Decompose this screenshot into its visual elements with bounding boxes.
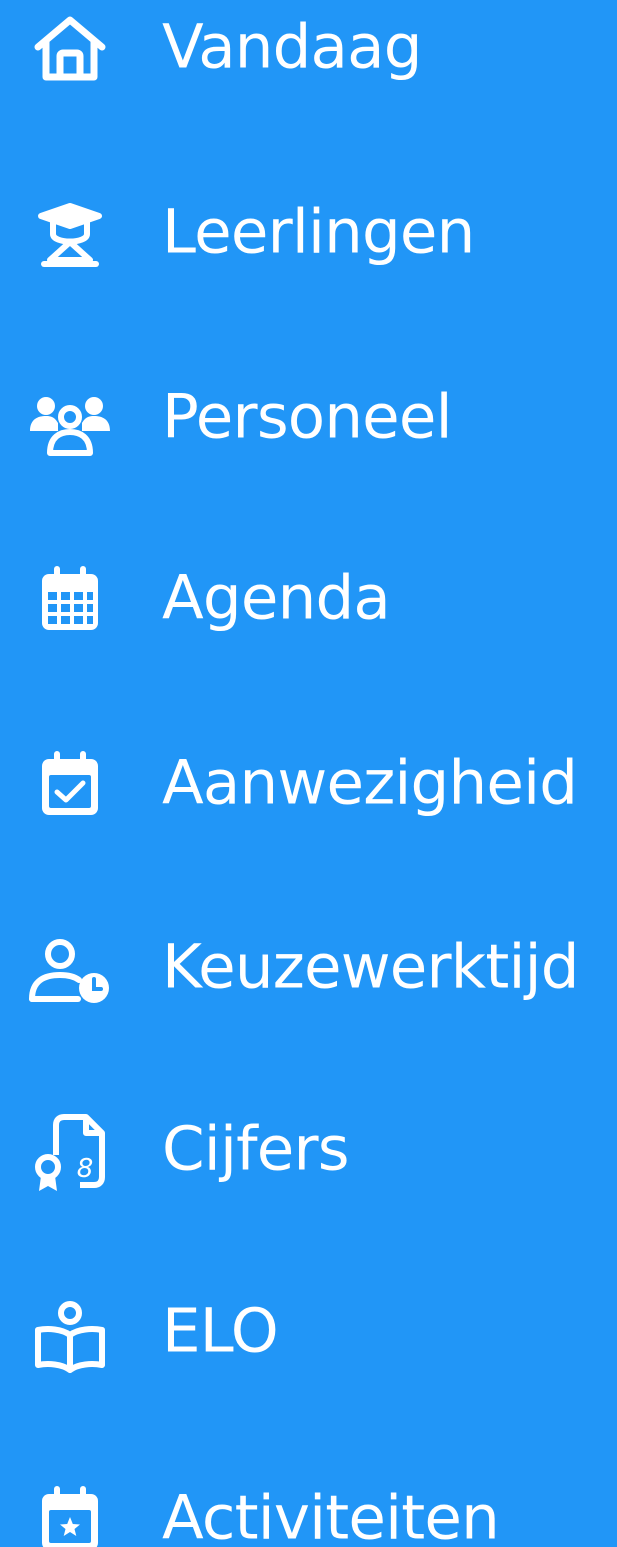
sidebar-item-label: Personeel <box>162 381 453 453</box>
sidebar-item-leerlingen[interactable]: Leerlingen <box>0 172 617 292</box>
user-clock-icon <box>29 939 109 1003</box>
sidebar-item-label: ELO <box>162 1295 279 1367</box>
users-group-icon <box>30 397 110 456</box>
grade-document-icon: 8 <box>35 1114 105 1191</box>
calendar-star-icon <box>42 1486 98 1547</box>
book-reader-icon <box>35 1301 105 1373</box>
sidebar-item-activiteiten[interactable]: Activiteiten <box>0 1458 617 1547</box>
sidebar-item-cijfers[interactable]: 8 Cijfers <box>0 1089 617 1209</box>
sidebar-item-label: Cijfers <box>162 1113 350 1185</box>
student-graduate-icon <box>38 203 102 267</box>
sidebar-item-keuzewerktijd[interactable]: Keuzewerktijd <box>0 907 617 1027</box>
sidebar-item-aanwezigheid[interactable]: Aanwezigheid <box>0 723 617 843</box>
calendar-check-icon <box>42 751 98 815</box>
calendar-grid-icon <box>42 566 98 630</box>
sidebar-nav: Vandaag Leerlingen Personeel Agenda Aanw… <box>0 0 617 1547</box>
sidebar-item-personeel[interactable]: Personeel <box>0 357 617 477</box>
sidebar-item-label: Agenda <box>162 562 391 634</box>
sidebar-item-elo[interactable]: ELO <box>0 1271 617 1391</box>
sidebar-item-label: Activiteiten <box>162 1482 500 1547</box>
sidebar-item-label: Leerlingen <box>162 196 475 268</box>
home-icon <box>34 16 106 81</box>
svg-text:8: 8 <box>77 1154 94 1184</box>
sidebar-item-label: Vandaag <box>162 11 422 83</box>
sidebar-item-agenda[interactable]: Agenda <box>0 538 617 658</box>
sidebar-item-label: Keuzewerktijd <box>162 931 579 1003</box>
sidebar-item-vandaag[interactable]: Vandaag <box>0 0 617 107</box>
sidebar-item-label: Aanwezigheid <box>162 747 578 819</box>
